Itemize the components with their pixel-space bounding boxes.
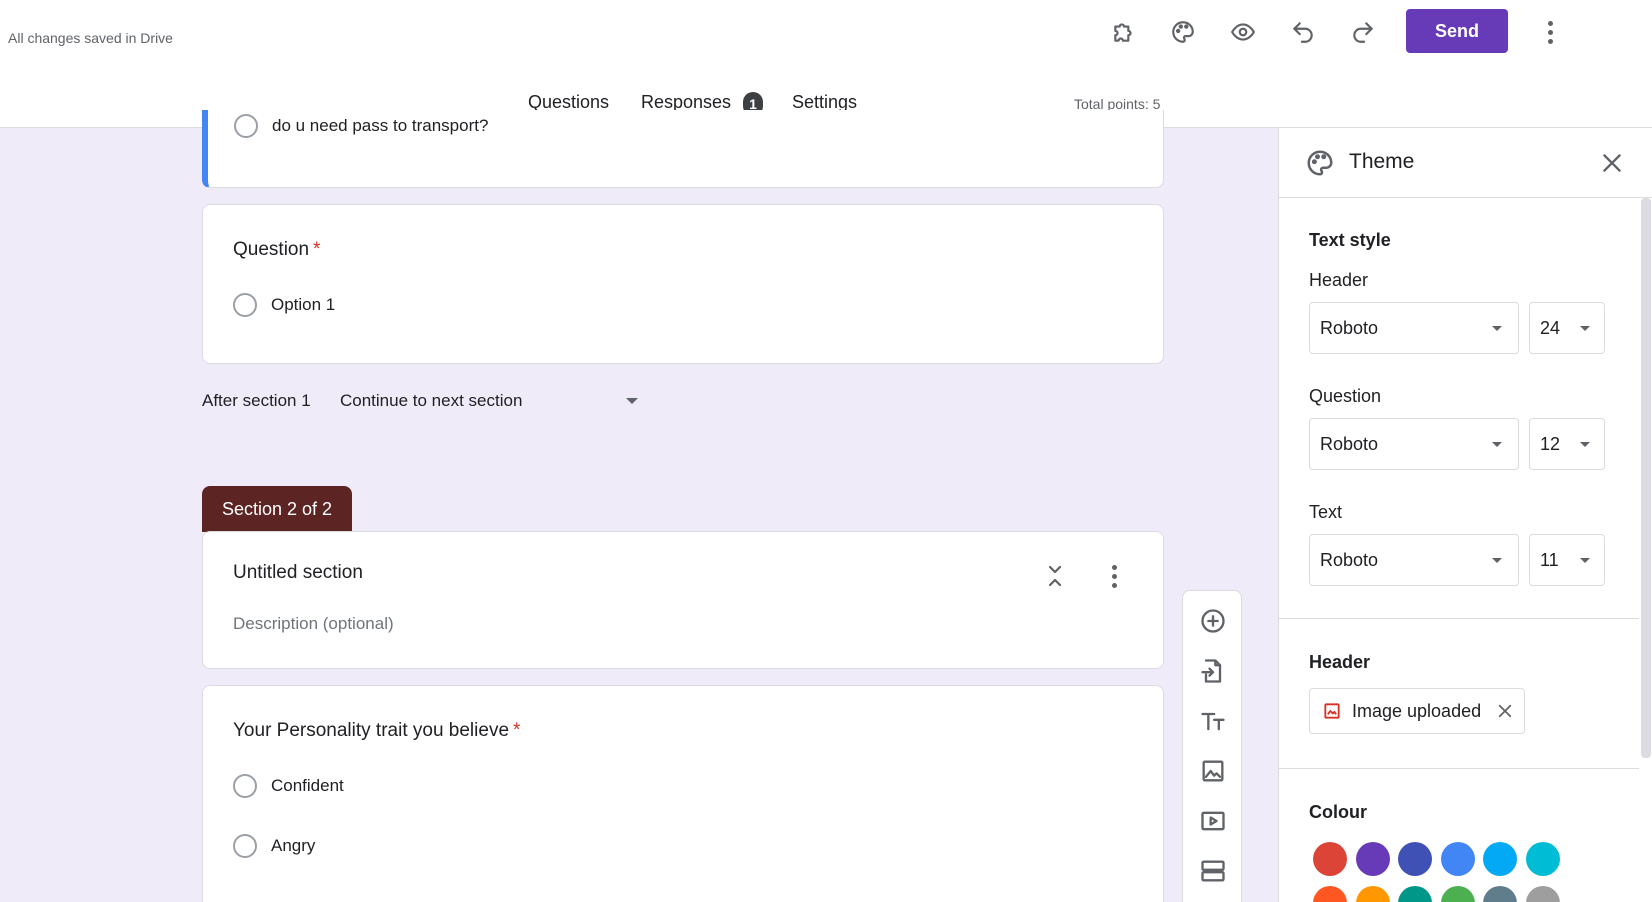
text-style-heading: Text style — [1309, 230, 1391, 250]
section-more-icon[interactable] — [1109, 562, 1119, 590]
question-card[interactable]: Question * Option 1 — [202, 204, 1164, 364]
section-description[interactable]: Description (optional) — [233, 614, 394, 634]
required-asterisk: * — [513, 720, 521, 741]
colour-swatch[interactable] — [1483, 842, 1517, 876]
colour-swatch[interactable] — [1313, 842, 1347, 876]
add-image-icon[interactable] — [1199, 757, 1227, 785]
colour-swatch[interactable] — [1440, 886, 1475, 902]
image-uploaded-chip[interactable]: Image uploaded — [1309, 688, 1525, 734]
more-vert-icon[interactable] — [1538, 14, 1562, 50]
undo-icon[interactable] — [1285, 14, 1321, 50]
colour-swatch[interactable] — [1440, 842, 1475, 876]
question-size-select[interactable]: 12 — [1529, 418, 1605, 470]
question-style-label: Question — [1309, 386, 1382, 406]
theme-panel: Theme Text style Header Roboto 24 Questi… — [1278, 128, 1652, 902]
radio-button[interactable] — [233, 293, 257, 317]
colour-swatch[interactable] — [1313, 886, 1347, 902]
chevron-down-icon — [1492, 442, 1502, 447]
add-section-icon[interactable] — [1199, 857, 1227, 885]
colour-swatch[interactable] — [1355, 842, 1390, 876]
question-font-select[interactable]: Roboto — [1309, 418, 1519, 470]
radio-button[interactable] — [233, 834, 257, 858]
question-title[interactable]: Your Personality trait you believe * — [233, 720, 520, 742]
section-card[interactable]: Untitled section Description (optional) — [202, 531, 1164, 669]
chevron-down-icon — [1580, 326, 1590, 331]
colour-swatch[interactable] — [1398, 842, 1432, 876]
redo-icon[interactable] — [1345, 14, 1381, 50]
chevron-down-icon[interactable] — [626, 398, 638, 404]
colour-swatch[interactable] — [1525, 886, 1560, 902]
header-image-heading: Header — [1309, 652, 1371, 672]
required-asterisk: * — [313, 239, 321, 260]
header-style-label: Header — [1309, 270, 1369, 290]
image-icon — [1322, 701, 1342, 721]
option-label: Confident — [271, 776, 344, 795]
floating-toolbar — [1182, 590, 1242, 902]
add-video-icon[interactable] — [1199, 807, 1227, 835]
header-font-select[interactable]: Roboto — [1309, 302, 1519, 354]
colour-swatch[interactable] — [1398, 886, 1432, 902]
text-font-select[interactable]: Roboto — [1309, 534, 1519, 586]
header-size-select[interactable]: 24 — [1529, 302, 1605, 354]
text-size-select[interactable]: 11 — [1529, 534, 1605, 586]
option-label: Option 1 — [271, 295, 336, 314]
scrollbar[interactable] — [1641, 198, 1651, 758]
chevron-down-icon — [1492, 558, 1502, 563]
add-question-icon[interactable] — [1199, 607, 1227, 635]
section-tab: Section 2 of 2 — [202, 486, 352, 532]
question-title[interactable]: Question * — [233, 239, 320, 261]
chevron-down-icon — [1580, 558, 1590, 563]
divider — [1279, 618, 1639, 619]
chevron-down-icon — [1492, 326, 1502, 331]
text-style-label: Text — [1309, 502, 1343, 522]
radio-button[interactable] — [233, 774, 257, 798]
colour-swatch[interactable] — [1355, 886, 1390, 902]
chevron-down-icon — [1580, 442, 1590, 447]
colour-heading: Colour — [1309, 802, 1367, 822]
theme-panel-title: Theme — [1349, 150, 1415, 173]
chip-label: Image uploaded — [1352, 701, 1482, 721]
palette-icon — [1305, 148, 1335, 178]
section-title[interactable]: Untitled section — [233, 562, 363, 584]
import-questions-icon[interactable] — [1199, 657, 1227, 685]
close-icon[interactable] — [1599, 150, 1625, 176]
divider — [1279, 768, 1639, 769]
add-title-icon[interactable] — [1199, 707, 1227, 735]
colour-swatch[interactable] — [1525, 842, 1560, 876]
question-card[interactable]: Your Personality trait you believe * Conf… — [202, 685, 1164, 902]
colour-swatch[interactable] — [1483, 886, 1517, 902]
remove-image-icon[interactable] — [1496, 702, 1514, 720]
after-section-label: After section 1 — [202, 391, 311, 410]
option-label: Angry — [271, 836, 316, 855]
send-button[interactable]: Send — [1406, 9, 1508, 53]
collapse-icon[interactable] — [1043, 562, 1067, 590]
theme-panel-header: Theme — [1279, 128, 1652, 198]
after-section-select[interactable]: Continue to next section — [340, 391, 522, 411]
